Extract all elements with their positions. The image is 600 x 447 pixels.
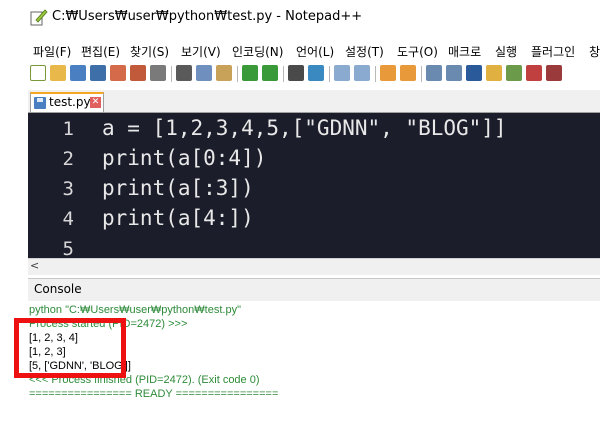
undo-icon[interactable] [242,65,258,81]
red-highlight-box [14,318,126,378]
window-title: C:₩Users₩user₩python₩test.py - Notepad++ [52,9,363,24]
horizontal-scrollbar[interactable]: < [28,258,600,275]
menu-run[interactable]: 실행 [495,43,517,60]
toolbar-separator [329,66,330,82]
sync-h-icon[interactable] [400,65,416,81]
line-number: 1 [62,118,74,140]
console-title: Console [34,282,82,296]
toolbar-separator [421,66,422,82]
code-line[interactable]: print(a[0:4]) [102,146,266,170]
toolbar [28,65,600,85]
menu-macro[interactable]: 매크로 [448,43,481,60]
find-icon[interactable] [288,65,304,81]
tab-close-icon[interactable]: ✕ [90,97,101,108]
line-number: 3 [62,178,74,200]
save-all-icon[interactable] [90,65,106,81]
line-number: 2 [62,148,74,170]
paste-icon[interactable] [216,65,232,81]
console-line: python "C:₩Users₩user₩python₩test.py" [29,304,241,316]
zoom-out-icon[interactable] [354,65,370,81]
replace-icon[interactable] [308,65,324,81]
menu-settings[interactable]: 설정(T) [345,43,384,60]
tab-test-py[interactable]: test.py ✕ [30,92,104,112]
menu-language[interactable]: 언어(L) [296,43,334,60]
console-line: ================ READY ================ [29,388,279,400]
scroll-left-icon[interactable]: < [30,259,39,272]
title-bar: C:₩Users₩user₩python₩test.py - Notepad++ [0,0,600,36]
print-icon[interactable] [150,65,166,81]
close-icon[interactable] [110,65,126,81]
console-header: Console [28,278,600,302]
code-line[interactable]: print(a[:3]) [102,176,254,200]
line-number: 4 [62,208,74,230]
toolbar-separator [283,66,284,82]
close-all-icon[interactable] [130,65,146,81]
open-file-icon[interactable] [50,65,66,81]
word-wrap-icon[interactable] [426,65,442,81]
line-number: 5 [62,238,74,258]
menu-bar: 파일(F) 편집(E) 찾기(S) 보기(V) 인코딩(N) 언어(L) 설정(… [0,43,600,63]
show-all-chars-icon[interactable] [446,65,462,81]
doc-map-icon[interactable] [486,65,502,81]
toolbar-separator [171,66,172,82]
menu-window[interactable]: 창 [589,43,600,60]
menu-plugins[interactable]: 플러그인 [531,43,575,60]
saved-file-icon [34,97,46,109]
menu-view[interactable]: 보기(V) [181,43,221,60]
zoom-in-icon[interactable] [334,65,350,81]
tab-bar: test.py ✕ [28,90,600,113]
notepad-plus-plus-icon [30,9,48,26]
tab-label: test.py [49,95,91,109]
redo-icon[interactable] [262,65,278,81]
menu-encoding[interactable]: 인코딩(N) [232,43,283,60]
toolbar-separator [375,66,376,82]
code-editor[interactable]: 1 a = [1,2,3,4,5,["GDNN", "BLOG"]] 2 pri… [28,113,600,258]
sync-v-icon[interactable] [380,65,396,81]
save-icon[interactable] [70,65,86,81]
menu-file[interactable]: 파일(F) [33,43,71,60]
function-list-icon[interactable] [506,65,522,81]
cut-icon[interactable] [176,65,192,81]
copy-icon[interactable] [196,65,212,81]
indent-guide-icon[interactable] [466,65,482,81]
record-macro-icon[interactable] [546,65,562,81]
menu-edit[interactable]: 편집(E) [81,43,120,60]
folder-workspace-icon[interactable] [526,65,542,81]
new-file-icon[interactable] [30,65,46,81]
menu-tools[interactable]: 도구(O) [397,43,438,60]
code-line[interactable]: a = [1,2,3,4,5,["GDNN", "BLOG"]] [102,116,507,140]
code-line[interactable]: print(a[4:]) [102,206,254,230]
menu-search[interactable]: 찾기(S) [130,43,169,60]
toolbar-separator [237,66,238,82]
